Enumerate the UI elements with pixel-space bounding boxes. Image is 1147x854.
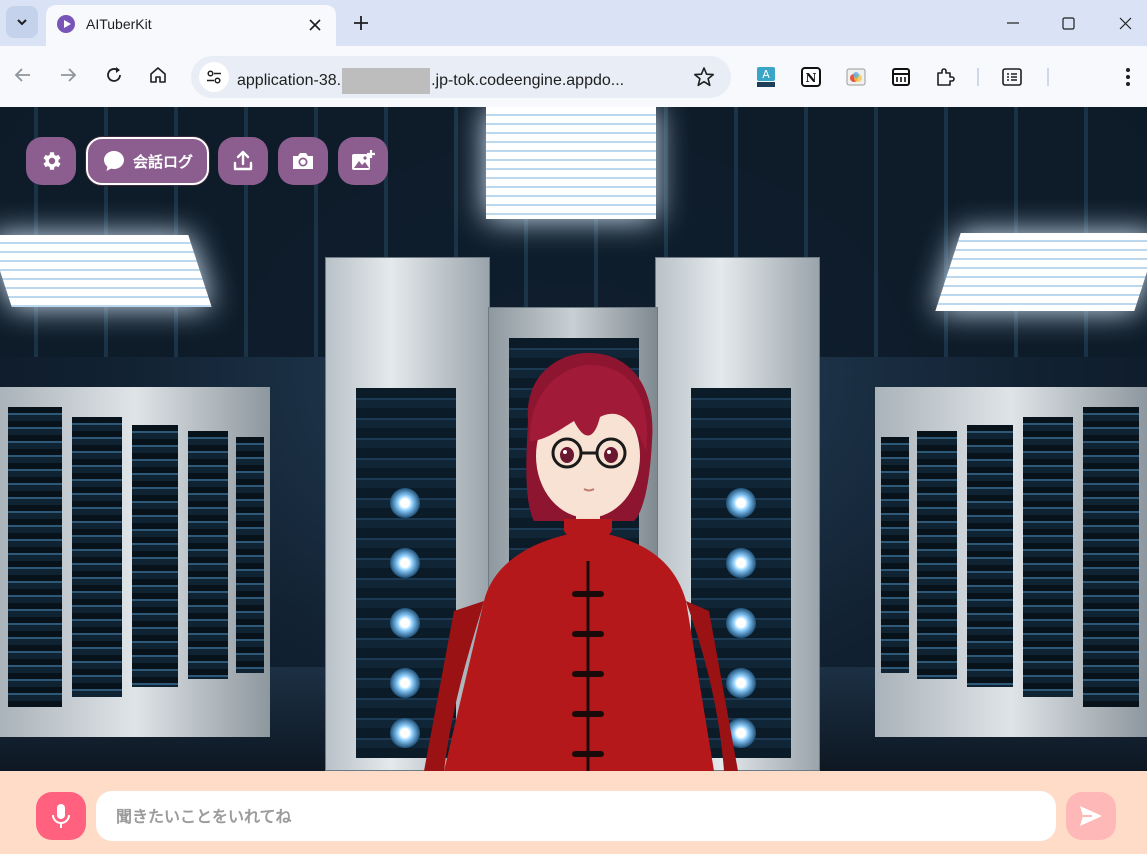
address-bar[interactable]: application-38. .jp-tok.codeengine.appdo.… bbox=[191, 56, 731, 98]
add-image-icon bbox=[352, 150, 375, 170]
minimize-button[interactable] bbox=[998, 9, 1028, 37]
site-info-button[interactable] bbox=[199, 62, 229, 92]
tab-close-button[interactable] bbox=[304, 14, 326, 36]
home-button[interactable] bbox=[143, 60, 173, 90]
side-panel-icon bbox=[1002, 68, 1022, 86]
arrow-left-icon bbox=[14, 68, 30, 82]
share-button[interactable] bbox=[218, 137, 268, 185]
camera-icon bbox=[293, 153, 313, 169]
image-button[interactable] bbox=[338, 137, 388, 185]
browser-menu-button[interactable] bbox=[1117, 66, 1139, 88]
microphone-button[interactable] bbox=[36, 792, 86, 840]
tab-title: AITuberKit bbox=[86, 16, 152, 32]
arrow-right-icon bbox=[61, 68, 77, 82]
url-prefix: application-38. bbox=[237, 72, 342, 89]
svg-text:A: A bbox=[762, 68, 770, 81]
microphone-icon bbox=[52, 804, 70, 828]
tab-strip: AITuberKit bbox=[0, 0, 1147, 46]
app-favicon-icon bbox=[57, 15, 75, 33]
minimize-icon bbox=[1007, 22, 1019, 24]
home-icon bbox=[150, 67, 166, 83]
ceiling-light bbox=[0, 235, 212, 307]
screenshot-icon bbox=[846, 68, 866, 86]
tab-manager-icon bbox=[892, 68, 910, 86]
translate-icon: A bbox=[757, 67, 775, 87]
forward-button[interactable] bbox=[53, 60, 83, 90]
reload-button[interactable] bbox=[99, 60, 129, 90]
url-suffix: .jp-tok.codeengine.appdo... bbox=[431, 72, 625, 89]
back-button[interactable] bbox=[8, 60, 38, 90]
ceiling-light bbox=[486, 107, 656, 219]
chat-log-button[interactable]: 会話ログ bbox=[86, 137, 209, 185]
extensions-button[interactable] bbox=[934, 66, 956, 88]
bookmark-star-icon[interactable] bbox=[693, 66, 715, 88]
plus-icon bbox=[354, 16, 368, 30]
notion-icon: N bbox=[801, 67, 821, 87]
ceiling-light bbox=[935, 233, 1147, 311]
extension-notion-icon[interactable]: N bbox=[800, 66, 822, 88]
chat-log-label: 会話ログ bbox=[132, 152, 193, 171]
send-button[interactable] bbox=[1066, 792, 1116, 840]
settings-button[interactable] bbox=[26, 137, 76, 185]
extension-tab-icon[interactable] bbox=[890, 66, 912, 88]
vrm-avatar bbox=[424, 352, 738, 771]
server-rack-right bbox=[875, 387, 1147, 737]
toolbar-separator bbox=[1047, 68, 1049, 86]
url-text: application-38. .jp-tok.codeengine.appdo.… bbox=[237, 68, 624, 94]
more-vertical-icon bbox=[1126, 68, 1130, 86]
camera-button[interactable] bbox=[278, 137, 328, 185]
reload-icon bbox=[107, 67, 121, 82]
chat-input-bar bbox=[0, 771, 1147, 854]
close-icon bbox=[1119, 17, 1131, 29]
close-window-button[interactable] bbox=[1110, 9, 1140, 37]
chevron-down-icon bbox=[17, 19, 27, 26]
svg-text:N: N bbox=[806, 71, 817, 85]
maximize-icon bbox=[1061, 16, 1075, 30]
extension-translate-icon[interactable]: A bbox=[755, 66, 777, 88]
close-icon bbox=[309, 19, 321, 31]
chat-message-input[interactable] bbox=[96, 791, 1056, 841]
gear-icon bbox=[43, 152, 61, 170]
app-viewport: 会話ログ bbox=[0, 107, 1147, 771]
puzzle-icon bbox=[937, 68, 955, 86]
redacted-url-segment bbox=[342, 68, 431, 94]
tab-search-button[interactable] bbox=[6, 6, 38, 38]
browser-toolbar: application-38. .jp-tok.codeengine.appdo.… bbox=[0, 46, 1147, 107]
speech-bubble-icon bbox=[103, 151, 124, 171]
send-icon bbox=[1080, 806, 1102, 826]
toolbar-separator bbox=[977, 68, 979, 86]
tune-icon bbox=[207, 70, 221, 84]
reading-list-button[interactable] bbox=[1001, 66, 1023, 88]
upload-icon bbox=[233, 150, 253, 171]
browser-tab[interactable]: AITuberKit bbox=[46, 5, 336, 46]
extension-screenshot-icon[interactable] bbox=[845, 66, 867, 88]
maximize-button[interactable] bbox=[1053, 9, 1083, 37]
new-tab-button[interactable] bbox=[348, 10, 374, 36]
server-rack-left bbox=[0, 387, 270, 737]
